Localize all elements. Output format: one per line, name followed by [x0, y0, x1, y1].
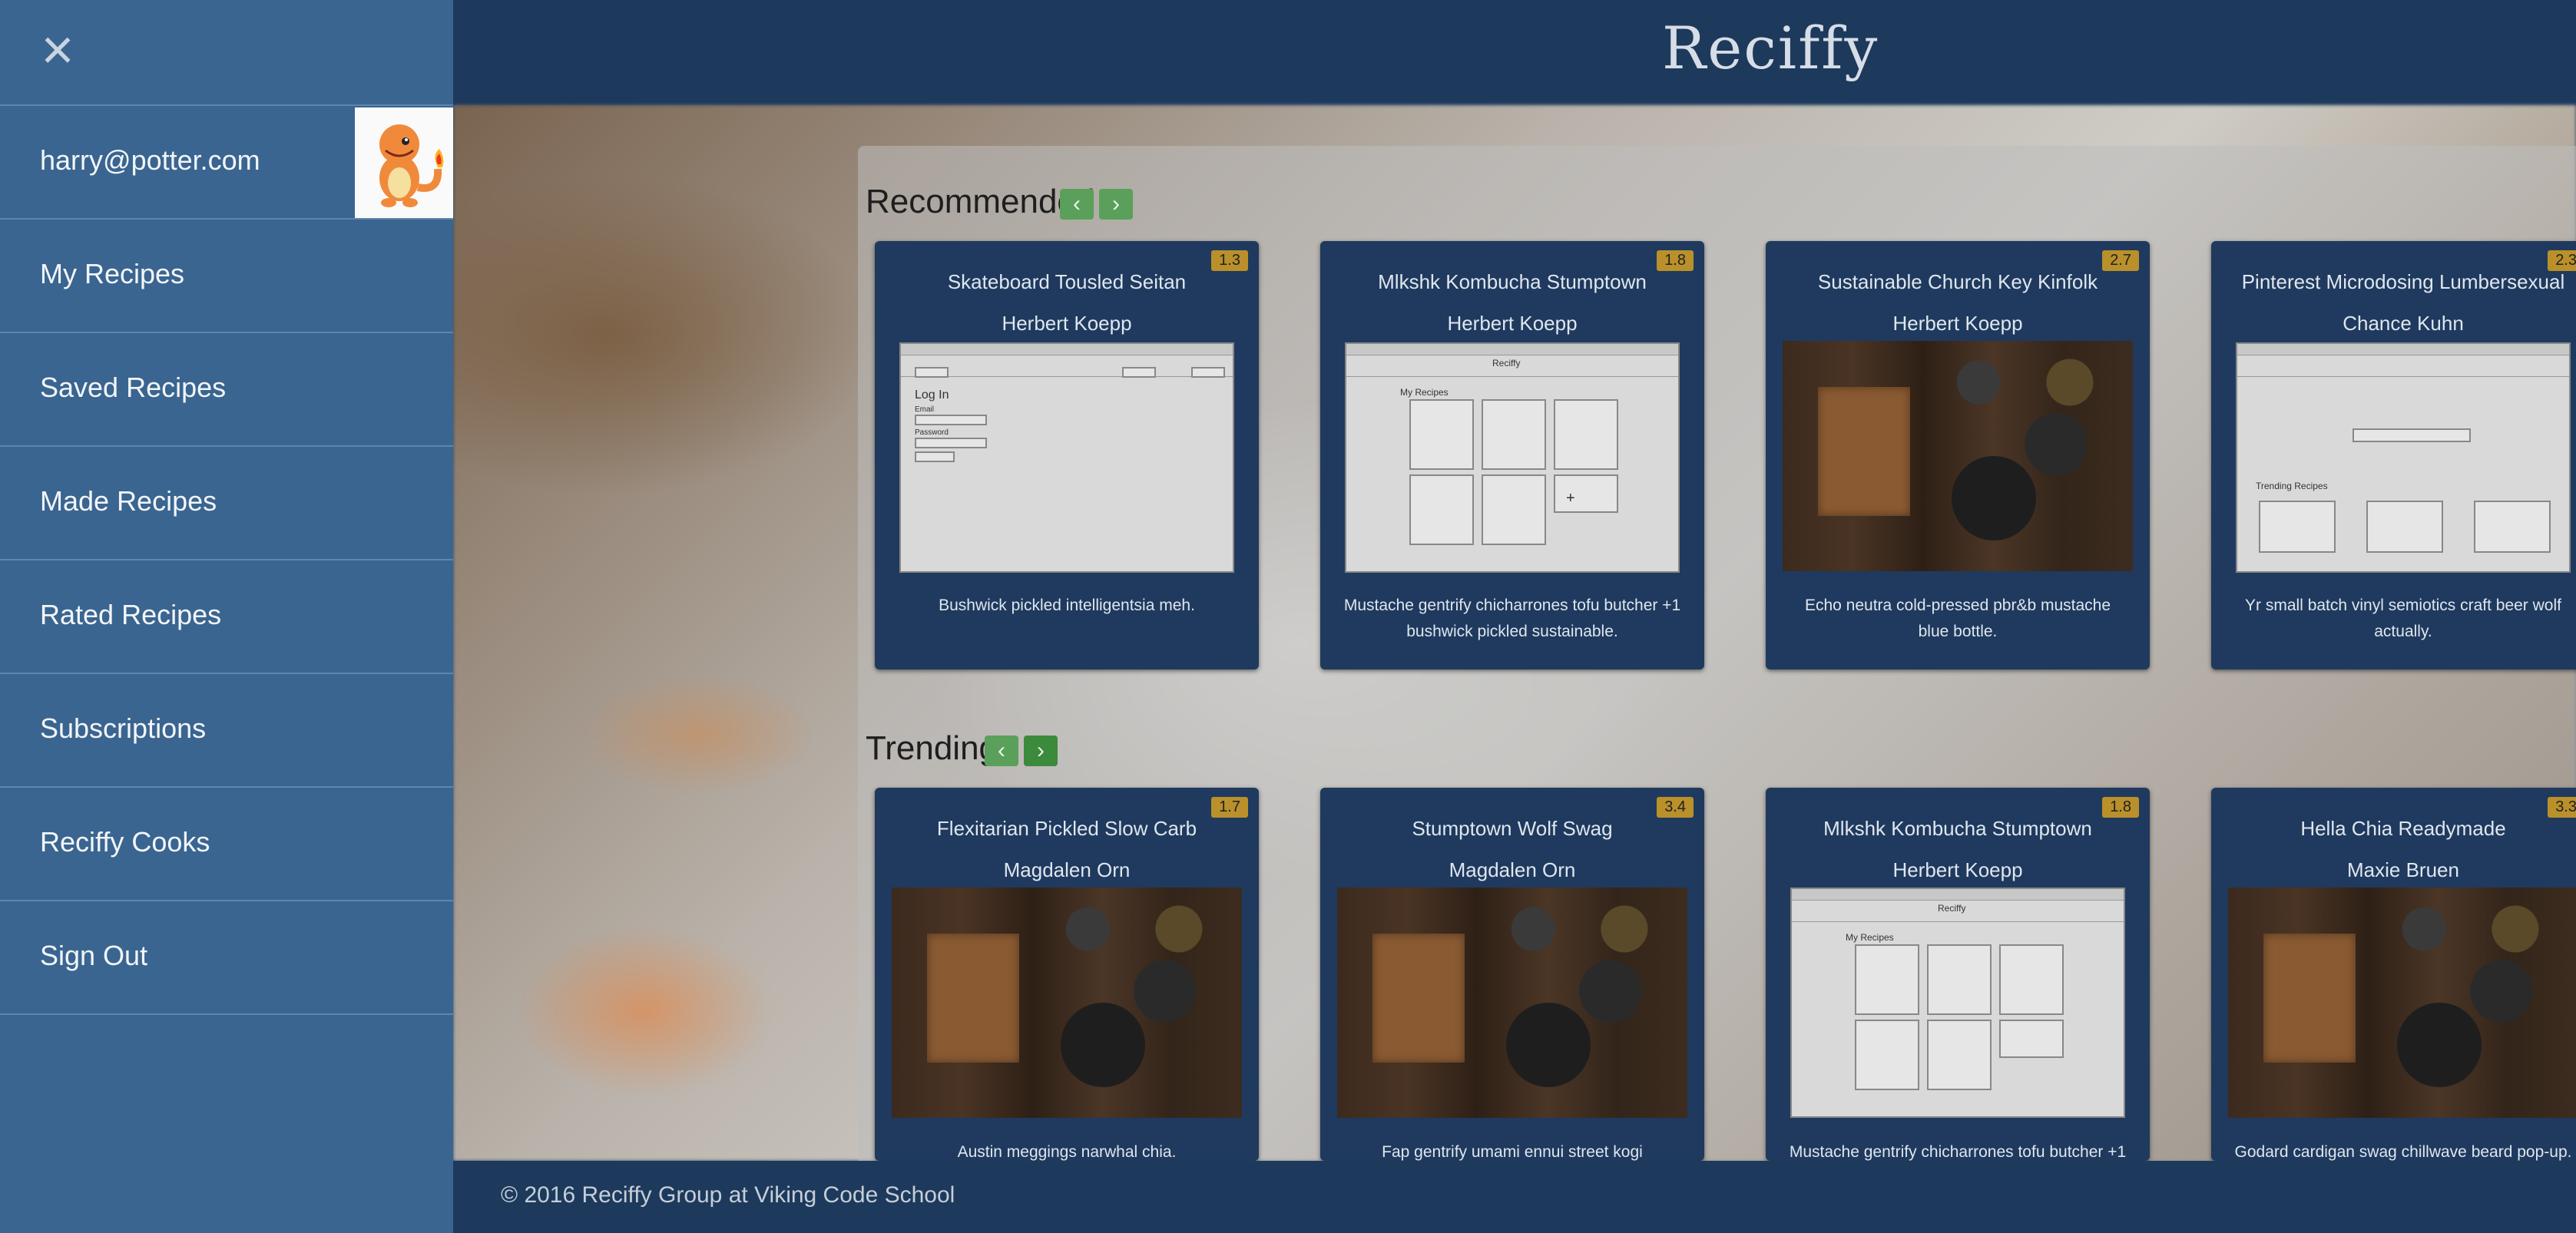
rating-badge: 3.3	[2548, 797, 2576, 818]
footer-copyright: © 2016 Reciffy Group at Viking Code Scho…	[501, 1182, 955, 1208]
chevron-left-icon: ‹	[998, 738, 1005, 763]
chevron-right-icon: ›	[1112, 191, 1120, 217]
recipe-description: Austin meggings narwhal chia.	[957, 1143, 1177, 1161]
recipe-card[interactable]: 2.3 Pinterest Microdosing Lumbersexual C…	[2211, 241, 2576, 669]
section-title-trending: Trending	[866, 729, 998, 767]
sidebar-item-label: Subscriptions	[40, 712, 207, 744]
sidebar-item-saved-recipes[interactable]: Saved Recipes	[0, 332, 453, 445]
recommended-prev-button[interactable]: ‹	[1060, 189, 1094, 220]
recipe-card[interactable]: 1.8 Mlkshk Kombucha Stumptown Herbert Ko…	[1766, 788, 2150, 1161]
rating-badge: 1.8	[2102, 797, 2139, 818]
rating-badge: 2.3	[2548, 250, 2576, 271]
recipe-author[interactable]: Herbert Koepp	[875, 312, 1259, 336]
chevron-left-icon: ‹	[1073, 191, 1081, 217]
recipe-thumbnail[interactable]	[1337, 888, 1687, 1118]
recipe-thumbnail[interactable]	[892, 888, 1242, 1118]
sidebar-item-sign-out[interactable]: Sign Out	[0, 900, 453, 1015]
recipe-description: Yr small batch vinyl semiotics craft bee…	[2245, 597, 2561, 640]
recipe-description: Echo neutra cold-pressed pbr&b mustache …	[1804, 597, 2111, 640]
recipe-thumbnail[interactable]: Log In Email Password	[899, 342, 1234, 573]
sidebar-item-subscriptions[interactable]: Subscriptions	[0, 673, 453, 786]
rating-badge: 1.7	[1211, 797, 1248, 818]
sidebar-item-label: Reciffy Cooks	[40, 826, 210, 858]
avatar[interactable]	[355, 107, 453, 218]
trending-prev-button[interactable]: ‹	[985, 736, 1018, 766]
sidebar-item-my-recipes[interactable]: My Recipes	[0, 218, 453, 332]
recipe-title[interactable]: Sustainable Church Key Kinfolk	[1766, 270, 2150, 294]
recipe-author[interactable]: Maxie Bruen	[2211, 858, 2576, 882]
sidebar-user[interactable]: harry@potter.com	[0, 104, 453, 218]
rating-badge: 3.4	[1657, 797, 1694, 818]
recipe-card[interactable]: 1.3 Skateboard Tousled Seitan Herbert Ko…	[875, 241, 1259, 669]
brand-logo[interactable]: Reciffy	[1662, 14, 1879, 82]
recipe-author[interactable]: Magdalen Orn	[1320, 858, 1704, 882]
sidebar-item-reciffy-cooks[interactable]: Reciffy Cooks	[0, 786, 453, 900]
recipe-author[interactable]: Magdalen Orn	[875, 858, 1259, 882]
close-icon[interactable]: ×	[31, 21, 84, 78]
recipe-thumbnail[interactable]	[1783, 341, 2133, 571]
content-panel: Recommended ‹ › 1.3 Skateboard Tousled S…	[858, 146, 2576, 1161]
recipe-title[interactable]: Mlkshk Kombucha Stumptown	[1320, 270, 1704, 294]
recipe-author[interactable]: Herbert Koepp	[1766, 858, 2150, 882]
recipe-title[interactable]: Skateboard Tousled Seitan	[875, 270, 1259, 294]
recipe-description: Bushwick pickled intelligentsia meh.	[939, 597, 1195, 614]
recipe-title[interactable]: Flexitarian Pickled Slow Carb	[875, 817, 1259, 841]
recipe-title[interactable]: Hella Chia Readymade	[2211, 817, 2576, 841]
recipe-author[interactable]: Chance Kuhn	[2211, 312, 2576, 336]
sidebar-item-rated-recipes[interactable]: Rated Recipes	[0, 559, 453, 673]
page-footer: © 2016 Reciffy Group at Viking Code Scho…	[453, 1161, 2576, 1233]
recipe-description: Mustache gentrify chicharrones tofu butc…	[1343, 597, 1681, 640]
recipe-thumbnail[interactable]: Reciffy My Recipes +	[1345, 342, 1680, 573]
chevron-right-icon: ›	[1037, 738, 1045, 763]
recipe-card[interactable]: 3.3 Hella Chia Readymade Maxie Bruen God…	[2211, 788, 2576, 1161]
sidebar-item-label: Saved Recipes	[40, 372, 227, 403]
recipe-title[interactable]: Mlkshk Kombucha Stumptown	[1766, 817, 2150, 841]
rating-badge: 1.8	[1657, 250, 1694, 271]
recipe-card[interactable]: 2.7 Sustainable Church Key Kinfolk Herbe…	[1766, 241, 2150, 669]
recommended-next-button[interactable]: ›	[1099, 189, 1133, 220]
charmander-avatar-image	[379, 124, 444, 207]
user-email: harry@potter.com	[40, 144, 260, 176]
trending-next-button[interactable]: ›	[1024, 736, 1058, 766]
sidebar-item-label: Sign Out	[40, 940, 148, 971]
recipe-author[interactable]: Herbert Koepp	[1766, 312, 2150, 336]
recipe-description: Fap gentrify umami ennui street kogi kic…	[1382, 1143, 1643, 1161]
recipe-description: Godard cardigan swag chillwave beard pop…	[2234, 1143, 2572, 1161]
rating-badge: 1.3	[1211, 250, 1248, 271]
recipe-author[interactable]: Herbert Koepp	[1320, 312, 1704, 336]
recipe-thumbnail[interactable]: Reciffy My Recipes	[1790, 888, 2125, 1118]
sidebar-menu: × harry@potter.com My Recipes Saved Reci…	[0, 0, 453, 1233]
rating-badge: 2.7	[2102, 250, 2139, 271]
sidebar-item-label: Made Recipes	[40, 485, 217, 517]
sidebar-item-made-recipes[interactable]: Made Recipes	[0, 445, 453, 559]
recipe-card[interactable]: 3.4 Stumptown Wolf Swag Magdalen Orn Fap…	[1320, 788, 1704, 1161]
sidebar-item-label: Rated Recipes	[40, 599, 222, 630]
recipe-thumbnail[interactable]: Trending Recipes	[2236, 342, 2571, 573]
recipe-title[interactable]: Pinterest Microdosing Lumbersexual	[2211, 270, 2576, 294]
recipe-card[interactable]: 1.7 Flexitarian Pickled Slow Carb Magdal…	[875, 788, 1259, 1161]
recipe-title[interactable]: Stumptown Wolf Swag	[1320, 817, 1704, 841]
recipe-description: Mustache gentrify chicharrones tofu butc…	[1789, 1143, 2127, 1161]
recipe-thumbnail[interactable]	[2228, 888, 2576, 1118]
recipe-card[interactable]: 1.8 Mlkshk Kombucha Stumptown Herbert Ko…	[1320, 241, 1704, 669]
sidebar-item-label: My Recipes	[40, 258, 185, 289]
